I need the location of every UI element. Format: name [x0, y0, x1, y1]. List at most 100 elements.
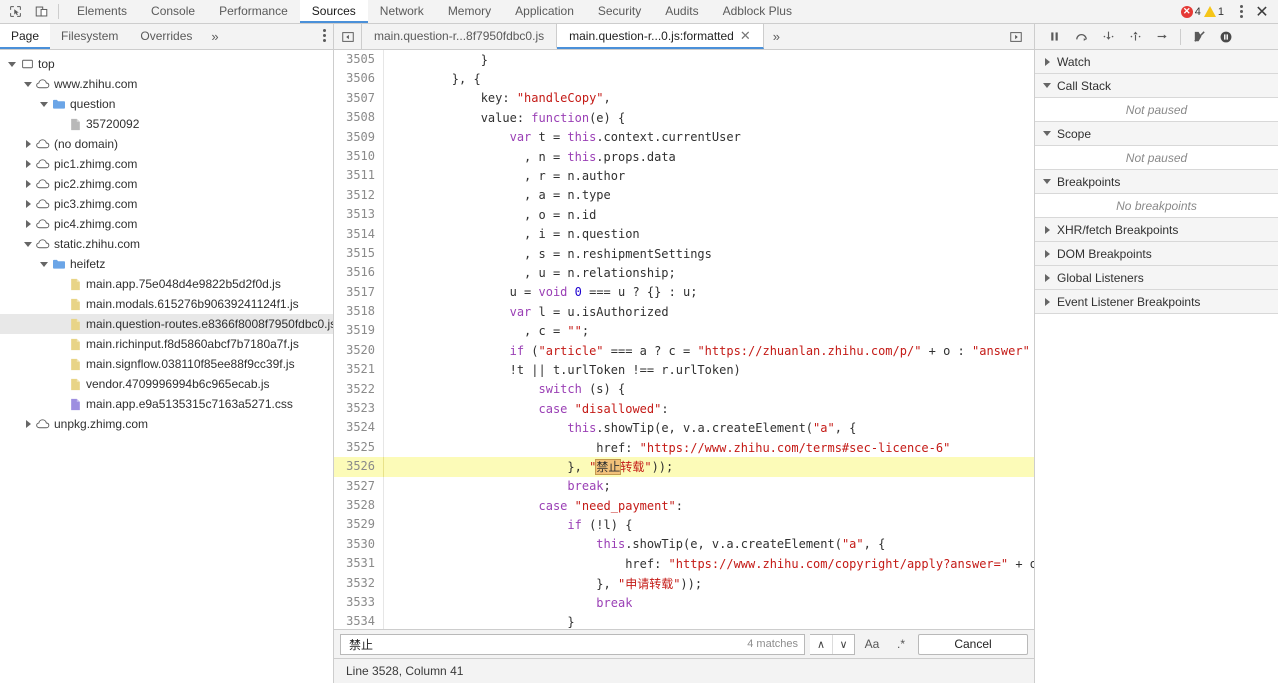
line-number[interactable]: 3511	[334, 166, 384, 186]
debugger-section-header[interactable]: DOM Breakpoints	[1035, 242, 1278, 266]
line-number[interactable]: 3505	[334, 50, 384, 70]
match-case-button[interactable]: Aa	[860, 634, 884, 655]
tree-item[interactable]: static.zhihu.com	[0, 234, 333, 254]
debugger-section-header[interactable]: Event Listener Breakpoints	[1035, 290, 1278, 314]
line-number[interactable]: 3533	[334, 592, 384, 613]
line-number[interactable]: 3524	[334, 418, 384, 438]
tree-item[interactable]: main.modals.615276b90639241124f1.js	[0, 294, 333, 314]
line-number[interactable]: 3529	[334, 515, 384, 535]
line-number[interactable]: 3517	[334, 282, 384, 303]
tab-audits[interactable]: Audits	[653, 0, 710, 23]
tab-sources[interactable]: Sources	[299, 0, 368, 23]
nav-tab-page[interactable]: Page	[0, 24, 51, 49]
step-over-icon[interactable]	[1068, 25, 1094, 49]
twisty-expanded-icon[interactable]	[38, 101, 50, 107]
tree-item[interactable]: question	[0, 94, 333, 114]
code-line[interactable]: 3516 , u = n.relationship;	[334, 263, 1034, 283]
close-tab-icon[interactable]: ✕	[740, 28, 751, 44]
tree-item[interactable]: main.question-routes.e8366f8008f7950fdbc…	[0, 314, 333, 334]
tree-item[interactable]: 35720092	[0, 114, 333, 134]
line-number[interactable]: 3507	[334, 88, 384, 109]
code-line[interactable]: 3524 this.showTip(e, v.a.createElement("…	[334, 418, 1034, 438]
twisty-collapsed-icon[interactable]	[22, 420, 34, 428]
tree-item[interactable]: main.app.e9a5135315c7163a5271.css	[0, 394, 333, 414]
tab-console[interactable]: Console	[139, 0, 207, 23]
inspect-element-icon[interactable]	[2, 0, 28, 23]
code-line[interactable]: 3514 , i = n.question	[334, 224, 1034, 244]
code-line[interactable]: 3518 var l = u.isAuthorized	[334, 302, 1034, 322]
line-number[interactable]: 3526	[334, 457, 384, 477]
nav-tab-filesystem[interactable]: Filesystem	[50, 24, 129, 49]
code-line[interactable]: 3530 this.showTip(e, v.a.createElement("…	[334, 534, 1034, 555]
tab-memory[interactable]: Memory	[436, 0, 503, 23]
tab-elements[interactable]: Elements	[65, 0, 139, 23]
close-icon[interactable]: ✕	[1250, 0, 1274, 23]
code-line[interactable]: 3517 u = void 0 === u ? {} : u;	[334, 282, 1034, 303]
line-number[interactable]: 3513	[334, 205, 384, 225]
tree-item[interactable]: vendor.4709996994b6c965ecab.js	[0, 374, 333, 394]
twisty-collapsed-icon[interactable]	[22, 180, 34, 188]
tree-item[interactable]: pic2.zhimg.com	[0, 174, 333, 194]
code-line[interactable]: 3533 break	[334, 592, 1034, 613]
code-line[interactable]: 3529 if (!l) {	[334, 515, 1034, 535]
code-line[interactable]: 3527 break;	[334, 476, 1034, 496]
tree-item[interactable]: pic1.zhimg.com	[0, 154, 333, 174]
debugger-section-header[interactable]: Scope	[1035, 122, 1278, 146]
code-line[interactable]: 3505 }	[334, 50, 1034, 70]
line-number[interactable]: 3510	[334, 146, 384, 167]
code-line[interactable]: 3525 href: "https://www.zhihu.com/terms#…	[334, 437, 1034, 458]
twisty-expanded-icon[interactable]	[38, 261, 50, 267]
twisty-expanded-icon[interactable]	[22, 241, 34, 247]
line-number[interactable]: 3514	[334, 224, 384, 244]
cancel-button[interactable]: Cancel	[918, 633, 1028, 655]
code-line[interactable]: 3513 , o = n.id	[334, 205, 1034, 225]
tree-item[interactable]: unpkg.zhimg.com	[0, 414, 333, 434]
line-number[interactable]: 3512	[334, 185, 384, 206]
device-toolbar-icon[interactable]	[28, 0, 54, 23]
tab-performance[interactable]: Performance	[207, 0, 300, 23]
resume-pause-icon[interactable]	[1041, 25, 1067, 49]
editor-tab-formatted[interactable]: main.question-r...0.js:formatted ✕	[557, 24, 764, 49]
nav-more-tabs-icon[interactable]: »	[203, 24, 226, 49]
code-line[interactable]: 3532 }, "申请转载"));	[334, 573, 1034, 593]
code-line[interactable]: 3523 case "disallowed":	[334, 399, 1034, 419]
code-line[interactable]: 3521 !t || t.urlToken !== r.urlToken)	[334, 360, 1034, 380]
tab-network[interactable]: Network	[368, 0, 436, 23]
line-number[interactable]: 3516	[334, 263, 384, 283]
warning-badge[interactable]: 1	[1203, 6, 1224, 18]
twisty-collapsed-icon[interactable]	[22, 140, 34, 148]
code-line[interactable]: 3511 , r = n.author	[334, 166, 1034, 186]
line-number[interactable]: 3509	[334, 127, 384, 147]
tree-item[interactable]: main.signflow.038110f85ee88f9cc39f.js	[0, 354, 333, 374]
line-number[interactable]: 3532	[334, 573, 384, 593]
tree-item[interactable]: www.zhihu.com	[0, 74, 333, 94]
code-line[interactable]: 3528 case "need_payment":	[334, 495, 1034, 516]
debugger-section-header[interactable]: Watch	[1035, 50, 1278, 74]
code-line[interactable]: 3520 if ("article" === a ? c = "https://…	[334, 340, 1034, 361]
code-line[interactable]: 3534 }	[334, 612, 1034, 629]
tree-item[interactable]: pic4.zhimg.com	[0, 214, 333, 234]
search-input[interactable]	[347, 636, 740, 652]
line-number[interactable]: 3525	[334, 437, 384, 458]
code-line[interactable]: 3519 , c = "";	[334, 321, 1034, 341]
line-number[interactable]: 3508	[334, 108, 384, 128]
line-number[interactable]: 3520	[334, 340, 384, 361]
search-next-button[interactable]: ∨	[832, 634, 854, 654]
tab-application[interactable]: Application	[503, 0, 586, 23]
line-number[interactable]: 3527	[334, 476, 384, 496]
debugger-section-header[interactable]: XHR/fetch Breakpoints	[1035, 218, 1278, 242]
twisty-expanded-icon[interactable]	[22, 81, 34, 87]
nav-tab-overrides[interactable]: Overrides	[129, 24, 203, 49]
code-line[interactable]: 3522 switch (s) {	[334, 379, 1034, 400]
pause-on-exceptions-icon[interactable]	[1213, 25, 1239, 49]
code-line[interactable]: 3506 }, {	[334, 69, 1034, 89]
code-line[interactable]: 3512 , a = n.type	[334, 185, 1034, 206]
twisty-expanded-icon[interactable]	[6, 61, 18, 67]
line-number[interactable]: 3515	[334, 243, 384, 264]
debugger-section-header[interactable]: Global Listeners	[1035, 266, 1278, 290]
search-input-wrapper[interactable]: 4 matches	[340, 633, 805, 655]
step-out-icon[interactable]	[1122, 25, 1148, 49]
line-number[interactable]: 3522	[334, 379, 384, 400]
line-number[interactable]: 3506	[334, 69, 384, 89]
error-badge[interactable]: ✕ 4	[1180, 5, 1201, 18]
